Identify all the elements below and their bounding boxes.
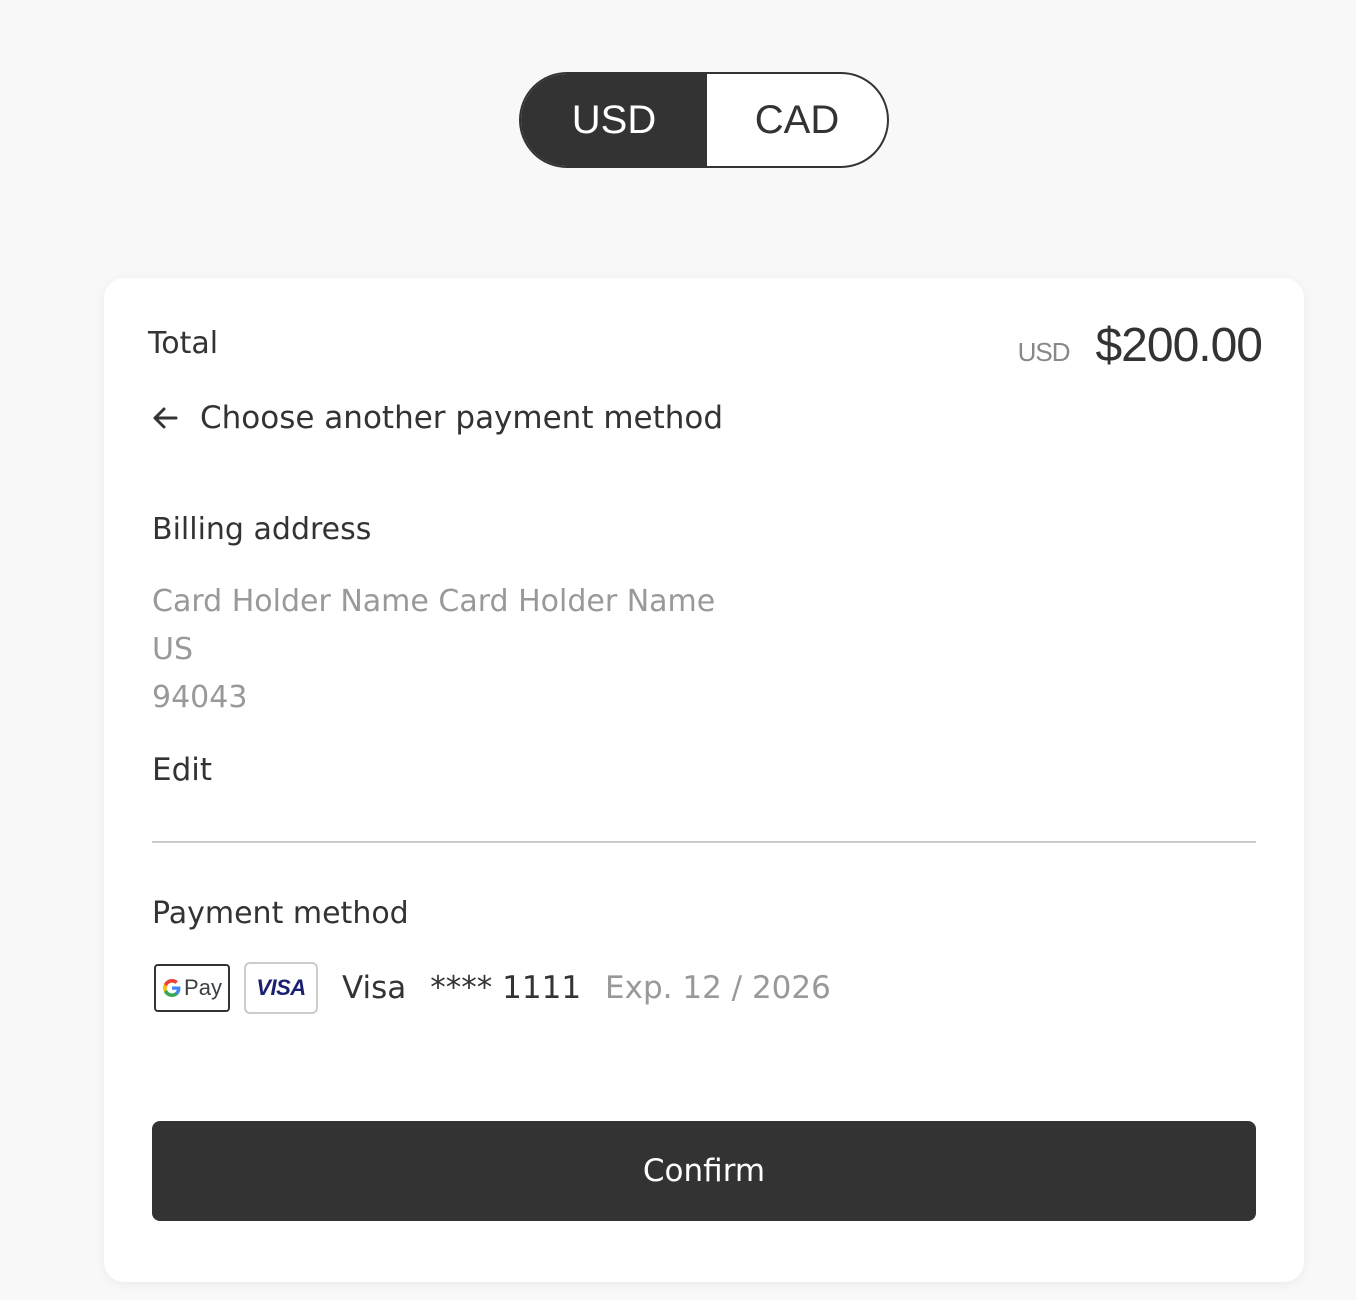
arrow-left-icon — [153, 407, 178, 429]
amount-currency: USD — [1017, 337, 1071, 367]
divider — [152, 841, 1256, 843]
card-number: **** 1111 — [430, 970, 582, 1006]
google-g-icon — [163, 979, 181, 997]
amount-value: $200.00 — [1095, 319, 1263, 372]
payment-method-title: Payment method — [152, 896, 409, 931]
choose-another-payment-method-link[interactable]: Choose another payment method — [152, 400, 723, 436]
payment-method-row: Pay VISA Visa **** 1111 Exp. 12 / 2026 — [154, 962, 831, 1014]
confirm-button[interactable]: Confirm — [152, 1121, 1256, 1221]
currency-toggle: USD CAD — [519, 72, 889, 168]
billing-postal-code: 94043 — [152, 680, 248, 715]
visa-logo-text: VISA — [256, 975, 306, 1000]
card-expiry: Exp. 12 / 2026 — [605, 970, 831, 1006]
google-pay-icon: Pay — [154, 964, 230, 1012]
currency-option-usd[interactable]: USD — [521, 74, 707, 166]
total-amount: USD $200.00 — [1017, 318, 1263, 373]
edit-billing-link[interactable]: Edit — [152, 752, 212, 788]
total-label: Total — [148, 326, 219, 361]
google-pay-text: Pay — [184, 975, 222, 1000]
visa-icon: VISA — [244, 962, 318, 1014]
back-link-label: Choose another payment method — [200, 400, 724, 436]
card-brand: Visa — [342, 970, 407, 1006]
billing-address-title: Billing address — [152, 512, 372, 547]
billing-name: Card Holder Name Card Holder Name — [152, 584, 716, 619]
currency-option-cad[interactable]: CAD — [707, 74, 887, 166]
billing-country: US — [152, 632, 194, 667]
checkout-card: Total USD $200.00 Choose another payment… — [104, 278, 1304, 1282]
